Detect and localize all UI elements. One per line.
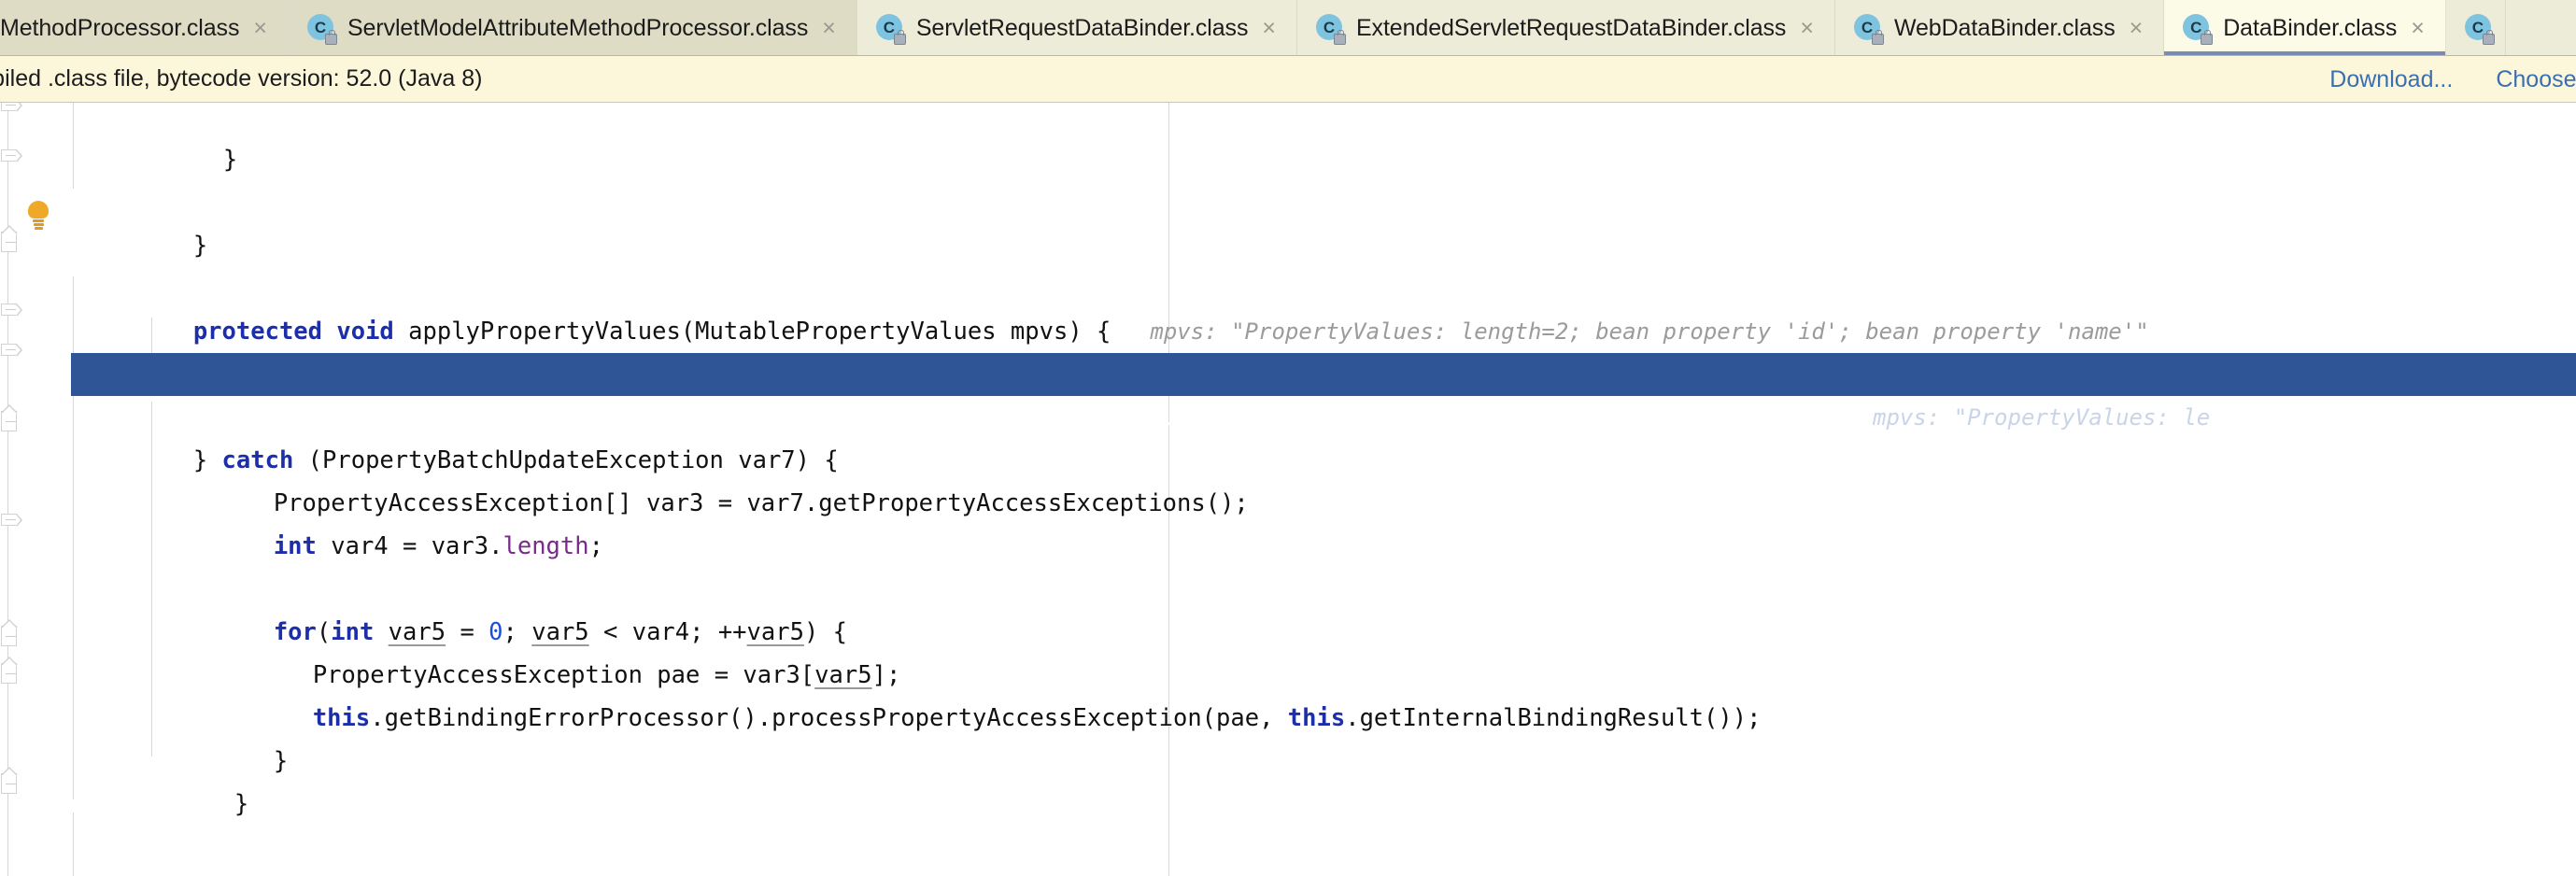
editor-tab-web-data-binder[interactable]: C WebDataBinder.class × [1834,0,2165,55]
close-icon[interactable]: × [1260,16,1276,40]
fold-region-end-icon[interactable] [1,404,18,431]
inlay-hint-mpvs[interactable]: mpvs: "PropertyValues: length=2; bean pr… [1111,318,2148,345]
code-line-selected[interactable]: this.getPropertyAccessor().setPropertyVa… [71,353,2576,431]
close-icon[interactable]: × [2128,16,2144,40]
code-text: applyPropertyValues(MutablePropertyValue… [393,318,1111,346]
editor-tab-label: ExtendedServletRequestDataBinder.class [1355,14,1787,41]
fold-marker-icon[interactable] [1,344,22,357]
code-keyword: this [972,403,1031,431]
code-text: .isIgnoreUnknownFields(), [1030,403,1404,431]
editor-tab-bar: MethodProcessor.class × C ServletModelAt… [0,0,2576,56]
code-editor[interactable]: } } protected void applyPropertyValues(M… [0,103,2576,876]
notification-actions: Download... Choose Sources... [2329,56,2576,102]
editor-tab-label: MethodProcessor.class [0,14,240,41]
java-class-icon: C [2464,14,2495,45]
download-sources-link[interactable]: Download... [2329,66,2453,93]
code-text: } [234,790,249,818]
notification-message: Decompiled .class file, bytecode version… [0,65,483,92]
code-line[interactable]: } catch (PropertyBatchUpdateException va… [71,396,839,474]
code-line[interactable]: } [71,181,207,260]
code-line[interactable]: PropertyAccessException[] var3 = var7.ge… [71,439,1249,517]
code-line-for-loop[interactable]: for(int var5 = 0; var5 < var4; ++var5) { [71,568,847,646]
fold-marker-icon[interactable] [1,304,22,317]
java-class-icon: C [875,14,906,45]
code-line[interactable]: this.getBindingErrorProcessor().processP… [71,654,1762,732]
java-class-icon: C [1315,14,1346,45]
editor-tab-method-processor[interactable]: MethodProcessor.class × [0,0,289,55]
intention-bulb-icon[interactable] [26,201,50,230]
code-text: ; [588,532,603,560]
choose-sources-link[interactable]: Choose Sources... [2496,66,2576,93]
close-icon[interactable]: × [820,16,836,40]
code-text: } [222,146,238,174]
code-field: length [502,532,589,560]
code-text: .getInternalBindingResult()); [1345,704,1762,732]
code-text: )); [1790,403,1833,431]
code-keyword: int [273,532,317,560]
code-line[interactable]: int var4 = var3.length; [71,482,603,560]
java-class-icon: C [1853,14,1884,45]
fold-marker-icon[interactable] [1,514,22,527]
editor-tab-servlet-request-data-binder[interactable]: C ServletRequestDataBinder.class × [856,0,1297,55]
code-keyword: this [1403,403,1461,431]
fold-marker-icon[interactable] [1,149,22,162]
close-icon[interactable]: × [1798,16,1814,40]
code-keyword: void [336,318,394,346]
code-line[interactable]: PropertyAccessException pae = var3[var5]… [71,611,900,689]
editor-tab-extended-servlet-request-data-binder[interactable]: C ExtendedServletRequestDataBinder.class… [1296,0,1835,55]
code-line[interactable]: } [71,859,207,876]
code-line[interactable]: } [71,740,248,818]
fold-marker-icon[interactable] [1,103,22,112]
editor-gutter[interactable] [0,103,71,876]
code-line[interactable]: } [71,697,288,775]
code-text: } [192,232,208,260]
close-icon[interactable]: × [251,16,267,40]
decompiled-class-notification-bar: Decompiled .class file, bytecode version… [0,56,2576,103]
code-text: } [273,747,289,775]
code-text: var4 = var3. [316,532,503,560]
code-keyword: this [1287,704,1346,732]
fold-region-end-icon[interactable] [1,619,18,646]
editor-tab-label: ServletRequestDataBinder.class [915,14,1249,41]
intellij-editor-window: MethodProcessor.class × C ServletModelAt… [0,0,2576,876]
code-text: .isIgnoreInvalidFields( [1460,403,1790,431]
editor-tab-next-clipped[interactable]: C [2445,0,2506,55]
code-surface[interactable]: } } protected void applyPropertyValues(M… [71,103,2576,876]
code-text: .getBindingErrorProcessor().processPrope… [370,704,1288,732]
code-line-method-signature[interactable]: protected void applyPropertyValues(Mutab… [71,267,2149,346]
java-class-icon: C [2183,14,2214,45]
gutter-rail [7,103,8,876]
editor-tab-data-binder[interactable]: C DataBinder.class × [2164,0,2446,55]
editor-tab-servlet-model-attribute-method-processor[interactable]: C ServletModelAttributeMethodProcessor.c… [288,0,857,55]
fold-region-end-icon[interactable] [1,657,18,684]
code-line[interactable]: } [71,103,237,174]
inlay-hint-mpvs-clipped[interactable]: mpvs: "PropertyValues: le [1833,404,2210,431]
fold-region-end-icon[interactable] [1,767,18,794]
close-icon[interactable]: × [2409,16,2425,40]
editor-tab-label: WebDataBinder.class [1893,14,2116,41]
code-line[interactable]: try { [71,310,306,389]
code-keyword: this [312,704,371,732]
editor-tab-label: ServletModelAttributeMethodProcessor.cla… [347,14,809,41]
editor-tab-label: DataBinder.class [2223,14,2398,41]
fold-region-end-icon[interactable] [1,225,18,252]
java-class-icon: C [306,14,337,45]
